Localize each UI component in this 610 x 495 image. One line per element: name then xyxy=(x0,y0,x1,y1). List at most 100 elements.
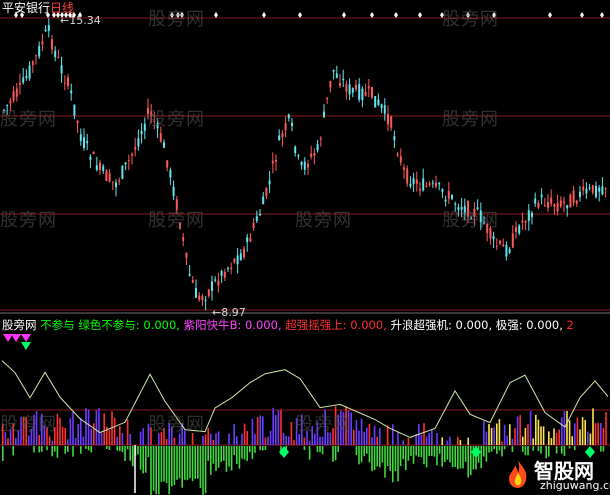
histogram-bar xyxy=(119,446,121,452)
watermark: 股旁网 xyxy=(442,210,499,231)
histogram-bar xyxy=(332,446,334,462)
histogram-bar xyxy=(217,446,220,468)
histogram-bar xyxy=(449,446,451,463)
histogram-bar xyxy=(165,446,168,484)
histogram-bar xyxy=(459,446,462,469)
histogram-bar xyxy=(142,446,144,474)
histogram-bar xyxy=(282,432,285,445)
candle-body xyxy=(505,245,508,257)
histogram-bar xyxy=(566,411,568,445)
stock-chart-window: 平安银行日线 ←15.34 ←8.97 股旁网 股旁网 股旁网 股旁网 股旁网 … xyxy=(0,0,610,495)
candle-body xyxy=(499,240,501,244)
histogram-bar xyxy=(223,446,225,461)
candle-body xyxy=(534,198,537,204)
histogram-bar xyxy=(275,415,277,445)
chart-period: 日线 xyxy=(50,1,75,15)
histogram-bar xyxy=(262,416,264,445)
indicator-legend: 股旁网 不参与 绿色不参与: 0.000, 紫阳快牛B: 0.000, 超强摇强… xyxy=(2,318,574,332)
candle-body xyxy=(425,185,428,187)
candle-body xyxy=(396,154,399,156)
candle-body xyxy=(310,153,313,157)
histogram-bar xyxy=(72,411,74,445)
candle-body xyxy=(236,255,239,265)
candle-body xyxy=(211,281,213,291)
histogram-bar xyxy=(496,423,498,445)
histogram-bar xyxy=(233,423,235,445)
candle-body xyxy=(118,180,121,182)
histogram-bar xyxy=(519,415,521,445)
candle-body xyxy=(188,274,191,276)
candle-body xyxy=(9,100,12,104)
histogram-bar xyxy=(537,419,540,445)
candle-body xyxy=(89,156,92,160)
candle-body xyxy=(185,252,188,258)
histogram-bar xyxy=(152,446,155,491)
site-logo: 智股网 zhiguwang.com xyxy=(500,453,610,495)
candle-body xyxy=(329,80,332,88)
histogram-bar xyxy=(2,446,4,462)
histogram-bar xyxy=(384,446,386,478)
candle-body xyxy=(358,84,361,100)
histogram-bar xyxy=(337,446,339,452)
candle-body xyxy=(166,160,169,168)
histogram-bar xyxy=(202,446,204,495)
histogram-bar xyxy=(241,433,243,445)
histogram-bar xyxy=(160,446,163,482)
histogram-bar xyxy=(376,446,378,467)
histogram-bar xyxy=(433,446,436,457)
candle-body xyxy=(495,245,498,247)
histogram-bar xyxy=(38,434,40,445)
marker-diamond xyxy=(548,12,552,18)
histogram-bar xyxy=(129,446,131,461)
legend-item: 紫阳快牛B: 0.000, xyxy=(183,318,282,332)
histogram-bar xyxy=(233,446,235,456)
candle-body xyxy=(563,201,565,203)
candle-body xyxy=(223,272,226,278)
candle-body xyxy=(70,90,73,94)
histogram-bar xyxy=(186,446,189,481)
candle-body xyxy=(371,87,373,98)
histogram-bar xyxy=(524,428,527,445)
histogram-bar xyxy=(397,432,399,445)
candle-body xyxy=(345,84,348,92)
histogram-bar xyxy=(269,430,272,445)
histogram-bar xyxy=(368,446,371,463)
candle-body xyxy=(316,144,319,151)
candle-body xyxy=(198,295,201,300)
histogram-bar xyxy=(246,431,248,445)
histogram-bar xyxy=(236,446,238,464)
histogram-bar xyxy=(389,446,391,472)
histogram-bar xyxy=(527,424,529,445)
histogram-bar xyxy=(56,446,59,458)
histogram-bar xyxy=(358,446,360,465)
candle-body xyxy=(294,146,297,154)
candle-body xyxy=(41,41,44,45)
histogram-bar xyxy=(254,434,256,445)
candle-body xyxy=(86,141,89,144)
histogram-bar xyxy=(425,436,428,445)
histogram-bar xyxy=(394,446,397,472)
candle-body xyxy=(287,114,290,119)
histogram-bar xyxy=(597,422,599,445)
histogram-bar xyxy=(410,446,412,456)
histogram-bar xyxy=(103,413,105,445)
histogram-bar xyxy=(272,407,274,445)
candle-body xyxy=(438,182,441,185)
histogram-bar xyxy=(334,446,337,461)
watermark: 股旁网 xyxy=(442,109,499,130)
candle-body xyxy=(83,137,85,149)
histogram-bar xyxy=(371,437,373,445)
candle-body xyxy=(508,249,511,253)
histogram-bar xyxy=(490,427,493,445)
histogram-bar xyxy=(516,416,519,445)
histogram-bar xyxy=(249,446,251,453)
watermark: 股旁网 xyxy=(295,414,352,435)
candle-body xyxy=(403,167,405,170)
candle-body xyxy=(582,186,585,191)
histogram-bar xyxy=(197,446,199,479)
candle-body xyxy=(361,88,364,100)
candle-body xyxy=(566,205,569,209)
histogram-bar xyxy=(69,418,72,445)
candle-body xyxy=(399,156,402,163)
histogram-bar xyxy=(386,446,389,467)
